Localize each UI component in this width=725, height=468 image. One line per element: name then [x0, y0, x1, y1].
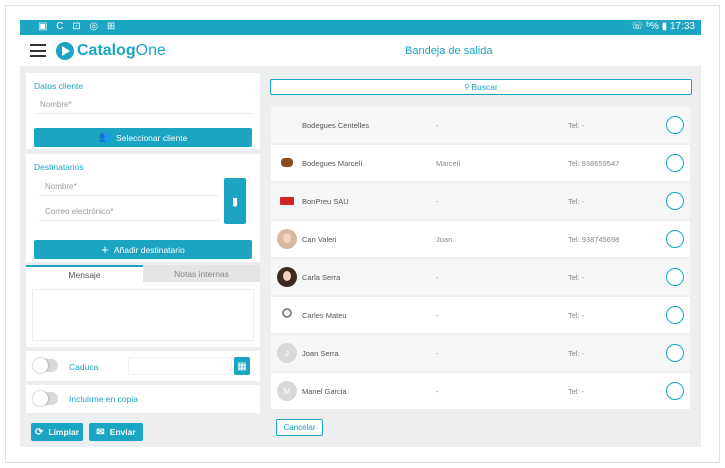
- expires-label: Caduca: [69, 362, 99, 372]
- client-name: Can Valeri: [302, 234, 337, 244]
- client-select-radio[interactable]: [666, 306, 684, 324]
- client-name: BonPreu SAU: [302, 196, 349, 206]
- client-row[interactable]: Bodegues Centelles - Tel: -: [271, 107, 690, 143]
- client-avatar: [277, 305, 297, 325]
- client-name: Joan Serra: [302, 348, 339, 358]
- client-select-radio[interactable]: [666, 230, 684, 248]
- logo-text-light: One: [135, 42, 166, 59]
- avatar-initial: M: [283, 386, 291, 396]
- client-avatar: [277, 229, 297, 249]
- client-name: Bodegues Centelles: [302, 120, 370, 130]
- client-name: Manel Garcia: [302, 386, 347, 396]
- main-content: Datos cliente Nombre* 👥 Seleccionar clien…: [20, 67, 701, 447]
- expiry-date-input[interactable]: [128, 357, 232, 375]
- client-phone: Tel: -: [568, 272, 585, 282]
- include-me-card: [26, 385, 260, 413]
- client-contact: Joan: [436, 234, 453, 244]
- client-name: Carla Serra: [302, 272, 341, 282]
- client-avatar: [277, 153, 297, 173]
- client-avatar: [277, 115, 297, 135]
- send-label: Enviar: [109, 427, 136, 437]
- tab-internal-notes[interactable]: Notas internas: [143, 265, 260, 282]
- add-recipient-button[interactable]: + Añadir destinatario: [34, 240, 252, 259]
- message-tabs: Mensaje Notas internas: [26, 265, 260, 282]
- add-recipient-label: Añadir destinatario: [113, 244, 185, 255]
- cancel-button[interactable]: Cancelar: [276, 419, 323, 436]
- client-row[interactable]: Bodegues Marcelí Marcelí Tel: 938659547: [271, 145, 690, 181]
- client-phone: Tel: 938745698: [568, 234, 620, 244]
- client-contact: -: [436, 272, 439, 282]
- client-select-radio[interactable]: [666, 382, 684, 400]
- client-avatar: [277, 267, 297, 287]
- clear-button[interactable]: ⟳ Limpiar: [31, 423, 83, 441]
- client-phone: Tel: -: [568, 196, 585, 206]
- calendar-icon[interactable]: ▦: [234, 357, 250, 375]
- client-phone: Tel: -: [568, 386, 585, 396]
- logo-text: Catalog: [77, 42, 136, 59]
- include-me-label: Incluirme en copia: [69, 394, 138, 404]
- client-phone: Tel: -: [568, 348, 585, 358]
- app-logo: Catalog One: [56, 41, 166, 61]
- client-contact: -: [436, 386, 439, 396]
- client-select-radio[interactable]: [666, 116, 684, 134]
- client-name: Carles Mateu: [302, 310, 347, 320]
- client-row[interactable]: M Manel Garcia - Tel: -: [271, 373, 690, 409]
- send-button[interactable]: ✉ Enviar: [89, 423, 143, 441]
- play-icon: [56, 42, 74, 60]
- app-bar: Catalog One Bandeja de salida: [20, 35, 701, 67]
- recipient-email-input[interactable]: Correo electrónico*: [39, 203, 219, 221]
- expires-toggle[interactable]: [33, 358, 58, 373]
- status-clock: ☏ ᵇ% ▮ 17:33: [630, 21, 695, 32]
- users-icon: 👥: [98, 132, 112, 143]
- client-row[interactable]: J Joan Serra - Tel: -: [271, 335, 690, 371]
- client-avatar: J: [277, 343, 297, 363]
- contact-book-icon: ▮: [231, 195, 239, 208]
- client-name-input[interactable]: Nombre*: [34, 96, 252, 114]
- client-contact: -: [436, 310, 439, 320]
- client-row[interactable]: Can Valeri Joan Tel: 938745698: [271, 221, 690, 257]
- status-icons: ▣ C ⊡ ◎ ⊞: [38, 21, 119, 32]
- avatar-initial: J: [285, 348, 289, 358]
- client-phone: Tel: -: [568, 120, 585, 130]
- search-label: Buscar: [471, 82, 498, 92]
- contacts-book-button[interactable]: ▮: [224, 178, 246, 224]
- client-row[interactable]: BonPreu SAU - Tel: -: [271, 183, 690, 219]
- client-contact: -: [436, 120, 439, 130]
- client-phone: Tel: 938659547: [568, 158, 620, 168]
- client-avatar: M: [277, 381, 297, 401]
- select-client-label: Seleccionar cliente: [116, 132, 188, 143]
- client-select-radio[interactable]: [666, 344, 684, 362]
- client-phone: Tel: -: [568, 310, 585, 320]
- message-textarea[interactable]: [32, 289, 254, 341]
- refresh-icon: ⟳: [34, 426, 44, 438]
- clear-label: Limpiar: [48, 427, 80, 437]
- client-select-radio[interactable]: [666, 154, 684, 172]
- menu-icon[interactable]: [30, 44, 46, 57]
- client-section-label: Datos cliente: [34, 81, 84, 91]
- client-select-radio[interactable]: [666, 192, 684, 210]
- client-row[interactable]: Carla Serra - Tel: -: [271, 259, 690, 295]
- page-title: Bandeja de salida: [405, 45, 493, 57]
- client-row[interactable]: Carles Mateu - Tel: -: [271, 297, 690, 333]
- client-contact: -: [436, 348, 439, 358]
- client-name: Bodegues Marcelí: [302, 158, 363, 168]
- client-avatar: [277, 191, 297, 211]
- client-contact: -: [436, 196, 439, 206]
- recipient-name-input[interactable]: Nombre*: [39, 178, 219, 196]
- include-me-toggle[interactable]: [33, 391, 58, 406]
- search-button[interactable]: ⚲ Buscar: [270, 79, 692, 95]
- search-icon: ⚲: [464, 84, 470, 91]
- client-contact: Marcelí: [436, 158, 461, 168]
- tab-message[interactable]: Mensaje: [26, 265, 143, 282]
- select-client-button[interactable]: 👥 Seleccionar cliente: [34, 128, 252, 147]
- send-icon: ✉: [96, 426, 105, 438]
- recipients-section-label: Destinatarios: [34, 162, 84, 172]
- client-select-radio[interactable]: [666, 268, 684, 286]
- plus-icon: +: [101, 242, 109, 257]
- status-bar: ▣ C ⊡ ◎ ⊞ ☏ ᵇ% ▮ 17:33: [20, 20, 701, 35]
